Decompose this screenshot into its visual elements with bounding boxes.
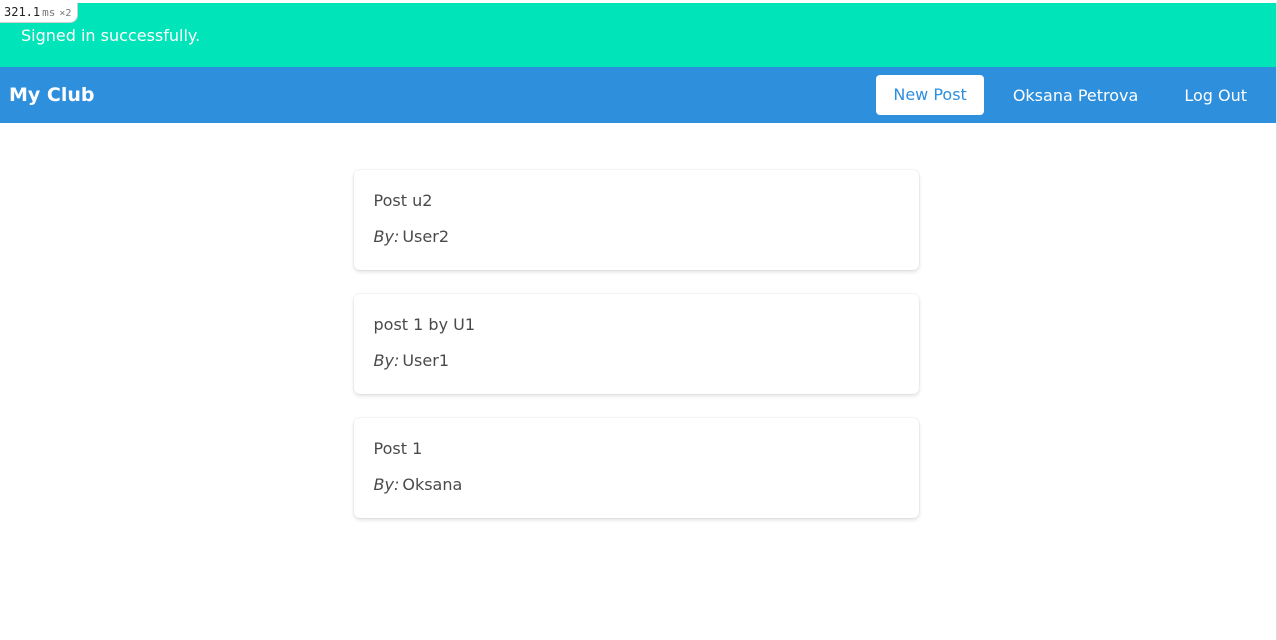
author-name: User2 — [402, 227, 449, 246]
perf-multiplier: ×2 — [59, 8, 72, 19]
post-card[interactable]: Post u2 By: User2 — [353, 170, 919, 270]
post-title[interactable]: post 1 by U1 — [374, 316, 899, 334]
flash-message: Signed in successfully. — [21, 26, 201, 45]
author-name: User1 — [402, 351, 449, 370]
by-label: By: — [373, 351, 400, 370]
flash-notice: Signed in successfully. — [0, 3, 1276, 67]
performance-badge[interactable]: 321.1 ms ×2 — [0, 3, 79, 23]
posts-list: Post u2 By: User2 post 1 by U1 By: User1 P… — [353, 170, 919, 518]
perf-unit: ms — [42, 6, 56, 19]
post-title[interactable]: Post u2 — [374, 192, 899, 210]
logout-link[interactable]: Log Out — [1161, 86, 1276, 105]
post-author: By: User2 — [374, 228, 899, 246]
new-post-button[interactable]: New Post — [876, 75, 984, 115]
post-title[interactable]: Post 1 — [374, 440, 899, 458]
user-profile-link[interactable]: Oksana Petrova — [990, 86, 1162, 105]
brand-link[interactable]: My Club — [9, 84, 95, 106]
by-label: By: — [373, 475, 400, 494]
by-label: By: — [373, 227, 400, 246]
post-card[interactable]: Post 1 By: Oksana — [353, 418, 919, 518]
perf-value: 321.1 — [4, 5, 41, 19]
page: 321.1 ms ×2 Signed in successfully. My Clu… — [0, 0, 1277, 640]
navbar-actions: New Post Oksana Petrova Log Out — [876, 67, 1276, 123]
post-author: By: Oksana — [374, 476, 899, 494]
post-author: By: User1 — [374, 352, 899, 370]
author-name: Oksana — [402, 475, 463, 494]
navbar: My Club New Post Oksana Petrova Log Out — [0, 67, 1276, 123]
post-card[interactable]: post 1 by U1 By: User1 — [353, 294, 919, 394]
